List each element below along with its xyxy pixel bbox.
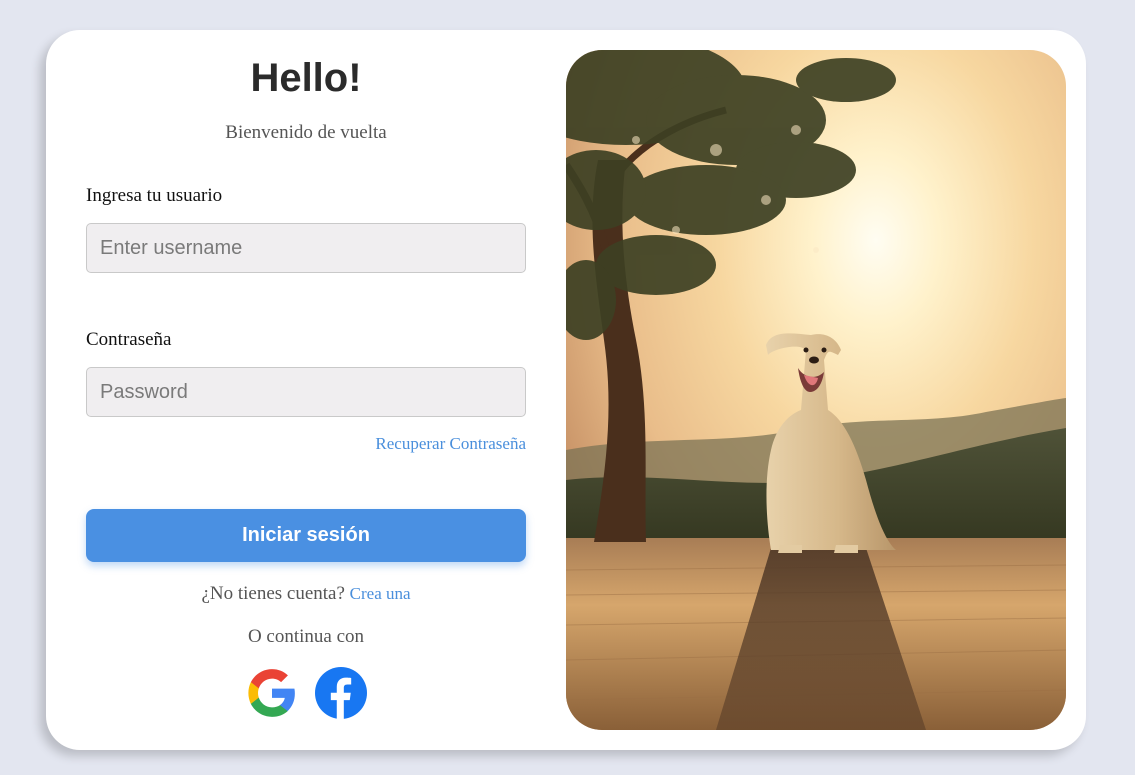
- username-label: Ingresa tu usuario: [86, 185, 223, 206]
- social-login-label: O continua con: [247, 626, 365, 647]
- login-button[interactable]: Iniciar sesión: [86, 509, 526, 562]
- login-card: Hello! Bienvenido de vuelta Ingresa tu u…: [46, 30, 1086, 750]
- google-login-button[interactable]: [246, 667, 298, 719]
- page-title: Hello!: [250, 56, 362, 100]
- signup-link[interactable]: Crea una: [350, 584, 411, 603]
- facebook-icon: [315, 667, 367, 719]
- signup-row: ¿No tienes cuenta? Crea una: [86, 582, 526, 606]
- password-label: Contraseña: [86, 329, 172, 350]
- forgot-password-link[interactable]: Recuperar Contraseña: [375, 433, 526, 455]
- google-icon: [248, 669, 295, 717]
- username-input[interactable]: [86, 223, 526, 273]
- hero-photo: [566, 50, 1066, 730]
- dog-sunset-image: [566, 50, 1066, 730]
- facebook-login-button[interactable]: [315, 667, 367, 719]
- signup-prompt: ¿No tienes cuenta?: [201, 583, 345, 604]
- page-subtitle: Bienvenido de vuelta: [225, 122, 387, 143]
- password-input[interactable]: [86, 367, 526, 417]
- social-login-buttons: [86, 667, 526, 719]
- login-form: Hello! Bienvenido de vuelta Ingresa tu u…: [86, 30, 526, 750]
